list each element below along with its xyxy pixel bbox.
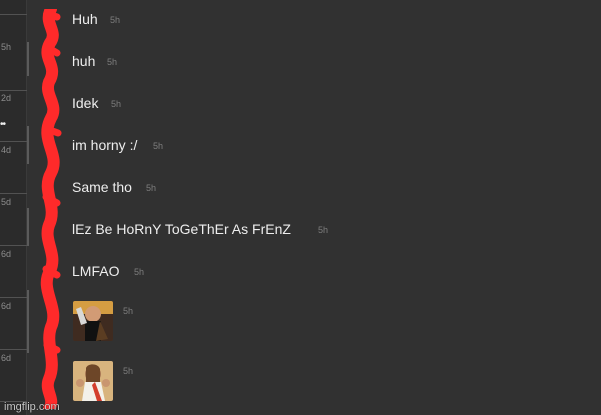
thread-time: 6d — [1, 353, 12, 363]
message-time: 5h — [123, 366, 134, 376]
thread-item[interactable]: 6d — [0, 350, 27, 402]
image-message-row[interactable]: 5h — [31, 296, 151, 341]
message-time: 5h — [318, 225, 329, 235]
message-text: LMFAO — [72, 263, 120, 279]
message-time: 5h — [111, 99, 122, 109]
thread-item[interactable]: 4d — [0, 142, 27, 194]
scroll-marker — [27, 126, 29, 164]
thread-item[interactable]: 5h — [0, 0, 27, 15]
man-toast-image-icon — [73, 301, 113, 341]
scroll-marker — [27, 290, 29, 353]
message-time: 5h — [146, 183, 157, 193]
message-time: 5h — [110, 15, 121, 25]
thread-time: 2d — [1, 93, 12, 103]
scroll-marker — [27, 42, 29, 76]
message-time: 5h — [134, 267, 145, 277]
imgflip-watermark: imgflip.com — [4, 401, 60, 413]
message-text: im horny :/ — [72, 137, 138, 153]
thread-item[interactable]: 5h — [0, 39, 27, 91]
message-time: 5h — [107, 57, 118, 67]
image-thumbnail[interactable] — [73, 301, 113, 341]
thread-scroll-markers — [27, 0, 30, 415]
message-text: Huh — [72, 11, 98, 27]
thread-item[interactable]: 6d — [0, 298, 27, 350]
unread-badge: •• — [0, 119, 6, 130]
thread-item[interactable]: 2d — [0, 90, 27, 142]
image-thumbnail[interactable] — [73, 361, 113, 401]
message-text: Idek — [72, 95, 99, 111]
message-feed: Huh 5h huh 5h Idek 5h im horny :/ 5h Sam… — [31, 0, 601, 415]
message-text: huh — [72, 53, 96, 69]
left-thread-list: 5h 5h 2d 4d 5d 6d 6d 6d •• — [0, 0, 27, 415]
message-text: lEz Be HoRnY ToGeThEr As FrEnZ — [72, 221, 291, 237]
thread-time: 6d — [1, 249, 12, 259]
thread-item[interactable]: 6d — [0, 246, 27, 298]
jesus-image-icon — [73, 361, 113, 401]
thread-time: 4d — [1, 145, 12, 155]
message-time: 5h — [123, 306, 134, 316]
thread-time: 6d — [1, 301, 12, 311]
message-time: 5h — [153, 141, 164, 151]
thread-item[interactable]: 5d — [0, 194, 27, 246]
image-message-row[interactable]: 5h — [31, 356, 151, 401]
message-text: Same tho — [72, 179, 132, 195]
chat-screen: 5h 5h 2d 4d 5d 6d 6d 6d •• Huh — [0, 0, 601, 415]
thread-time: 5h — [1, 42, 12, 52]
scroll-marker — [27, 208, 29, 246]
thread-time: 5d — [1, 197, 12, 207]
